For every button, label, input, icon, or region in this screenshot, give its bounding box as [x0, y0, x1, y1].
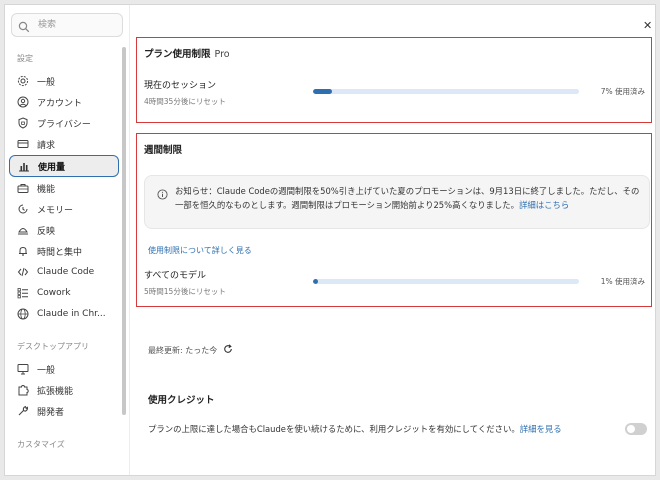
refresh-icon[interactable]	[223, 344, 233, 356]
globe-icon	[17, 308, 29, 320]
sidebar-item-desktop-general[interactable]: 一般	[9, 359, 119, 379]
sidebar-item-label: 拡張機能	[37, 386, 74, 397]
plan-title-text: プラン使用制限	[144, 49, 211, 60]
sidebar-item-label: Claude Code	[37, 267, 95, 277]
search-icon	[18, 18, 30, 37]
session-reset-text: 4時間35分後にリセット	[144, 97, 226, 106]
weekly-limits-title: 週間制限	[144, 145, 183, 156]
sidebar-item-label: 反映	[37, 226, 56, 237]
usage-credits-description: プランの上限に達した場合もClaudeを使い続けるために、利用クレジットを有効に…	[148, 423, 562, 435]
monitor-icon	[17, 363, 29, 375]
all-models-progress-fill	[313, 279, 319, 284]
checklist-icon	[17, 287, 29, 299]
lamp-icon	[17, 224, 29, 236]
user-circle-icon	[17, 96, 29, 108]
usage-credits-details-link[interactable]: 詳細を見る	[520, 424, 562, 434]
sidebar-item-usage[interactable]: 使用量	[9, 155, 119, 177]
all-models-usage-percent: 1% 使用済み	[600, 277, 645, 286]
credit-card-icon	[17, 138, 29, 150]
sidebar-item-claude-in-chrome[interactable]: Claude in Chr...	[9, 304, 119, 324]
sidebar-item-label: 一般	[37, 77, 56, 88]
sidebar-item-label: プライバシー	[37, 119, 91, 130]
gear-icon	[17, 75, 29, 87]
sidebar-item-label: 開発者	[37, 407, 65, 418]
bar-chart-icon	[18, 160, 30, 172]
notice-text: お知らせ：Claude Codeの週間制限を50%引き上げていた夏のプロモーショ…	[175, 186, 640, 210]
sidebar-item-billing[interactable]: 請求	[9, 134, 119, 154]
sidebar-item-label: Cowork	[37, 288, 71, 298]
search-input[interactable]	[38, 17, 118, 33]
usage-credits-title: 使用クレジット	[148, 395, 215, 406]
sidebar: 設定 一般 アカウント プライバシー 請求 使用量 機能 メモリー	[5, 5, 129, 475]
sidebar-item-general[interactable]: 一般	[9, 71, 119, 91]
toggle-knob	[627, 425, 635, 433]
memory-icon	[17, 203, 29, 215]
section-header-customize: カスタマイズ	[17, 440, 65, 449]
session-progress-fill	[313, 89, 332, 94]
learn-more-link[interactable]: 使用制限について詳しく見る	[148, 245, 252, 256]
close-icon[interactable]: ✕	[643, 19, 652, 32]
section-header-desktop: デスクトップアプリ	[17, 342, 89, 351]
session-usage-percent: 7% 使用済み	[600, 87, 645, 96]
info-icon	[157, 185, 168, 204]
sidebar-item-label: 機能	[37, 184, 56, 195]
notice-details-link[interactable]: 詳細はこちら	[519, 200, 569, 210]
sidebar-item-extensions[interactable]: 拡張機能	[9, 380, 119, 400]
sidebar-item-reflection[interactable]: 反映	[9, 220, 119, 240]
sidebar-item-label: アカウント	[37, 98, 83, 109]
puzzle-icon	[17, 384, 29, 396]
code-icon	[17, 266, 29, 278]
sidebar-item-label: 一般	[37, 365, 56, 376]
plan-limits-title: プラン使用制限 Pro	[144, 46, 230, 60]
all-models-label: すべてのモデル	[144, 271, 207, 281]
usage-credits-text: プランの上限に達した場合もClaudeを使い続けるために、利用クレジットを有効に…	[148, 424, 520, 434]
sidebar-scrollbar[interactable]	[122, 47, 126, 415]
settings-window: 設定 一般 アカウント プライバシー 請求 使用量 機能 メモリー	[4, 4, 656, 476]
sidebar-item-label: 請求	[37, 140, 56, 151]
sidebar-item-time-focus[interactable]: 時間と集中	[9, 241, 119, 261]
sidebar-item-features[interactable]: 機能	[9, 178, 119, 198]
sidebar-item-account[interactable]: アカウント	[9, 92, 119, 112]
all-models-progress-bar	[313, 279, 579, 284]
toolbox-icon	[17, 182, 29, 194]
session-progress-bar	[313, 89, 579, 94]
all-models-reset-text: 5時間15分後にリセット	[144, 287, 226, 296]
shield-icon	[17, 117, 29, 129]
session-label: 現在のセッション	[144, 81, 217, 91]
notice-text-block: お知らせ：Claude Codeの週間制限を50%引き上げていた夏のプロモーショ…	[175, 184, 643, 212]
search-box[interactable]	[11, 13, 123, 37]
sidebar-item-privacy[interactable]: プライバシー	[9, 113, 119, 133]
section-header-settings: 設定	[17, 54, 33, 63]
usage-credits-toggle[interactable]	[625, 423, 647, 435]
sidebar-item-memory[interactable]: メモリー	[9, 199, 119, 219]
promotion-notice: お知らせ：Claude Codeの週間制限を50%引き上げていた夏のプロモーショ…	[144, 175, 650, 229]
sidebar-item-label: 使用量	[38, 162, 66, 173]
last-updated-text: 最終更新: たった今	[148, 345, 218, 355]
sidebar-item-developer[interactable]: 開発者	[9, 401, 119, 421]
sidebar-divider	[129, 5, 130, 475]
sidebar-item-claude-code[interactable]: Claude Code	[9, 262, 119, 282]
sidebar-item-label: メモリー	[37, 205, 74, 216]
last-updated: 最終更新: たった今	[148, 344, 233, 356]
sidebar-item-cowork[interactable]: Cowork	[9, 283, 119, 303]
wrench-icon	[17, 405, 29, 417]
sidebar-item-label: 時間と集中	[37, 247, 83, 258]
plan-badge: Pro	[214, 49, 230, 60]
sidebar-item-label: Claude in Chr...	[37, 309, 106, 319]
bell-icon	[17, 245, 29, 257]
